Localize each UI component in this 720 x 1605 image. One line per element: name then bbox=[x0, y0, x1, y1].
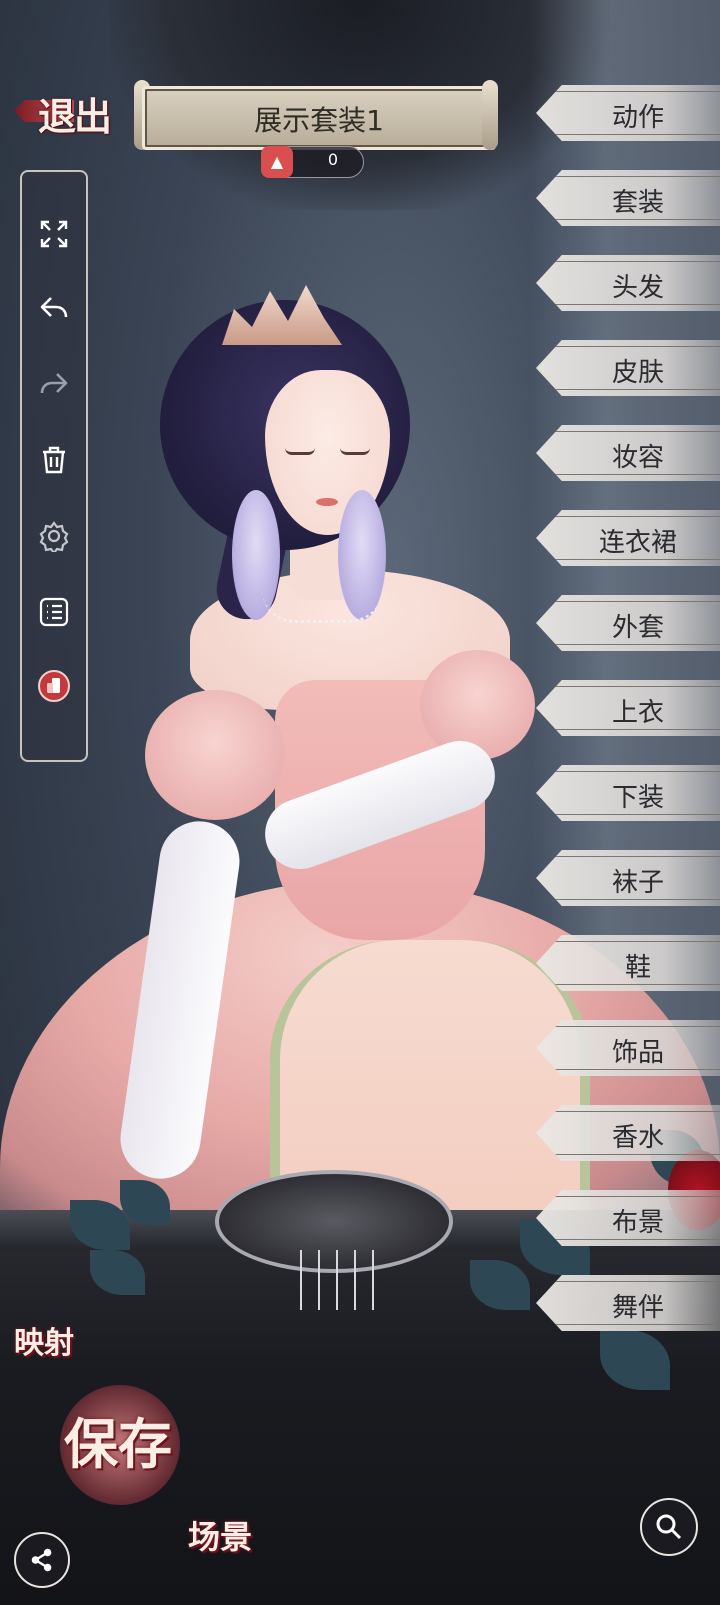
exit-button[interactable]: 退出 bbox=[8, 86, 118, 139]
category-label: 连衣裙 bbox=[598, 528, 677, 558]
pearl-necklace bbox=[262, 590, 382, 623]
mirror-button[interactable]: 映射 bbox=[14, 1318, 74, 1362]
category-label: 妆容 bbox=[611, 443, 664, 473]
closed-eye-left bbox=[285, 448, 315, 455]
category-button[interactable]: 舞伴 bbox=[536, 1275, 720, 1331]
category-button[interactable]: 香水 bbox=[536, 1105, 720, 1161]
category-button[interactable]: 饰品 bbox=[536, 1020, 720, 1076]
category-button[interactable]: 皮肤 bbox=[536, 340, 720, 396]
character-lips bbox=[316, 498, 338, 506]
share-icon bbox=[31, 1548, 52, 1572]
category-label: 袜子 bbox=[611, 868, 664, 898]
category-button[interactable]: 头发 bbox=[536, 255, 720, 311]
zoom-button[interactable] bbox=[640, 1498, 698, 1556]
category-button[interactable]: 妆容 bbox=[536, 425, 720, 481]
category-label: 布景 bbox=[611, 1208, 664, 1238]
fan-fringe bbox=[354, 1250, 356, 1310]
category-label: 香水 bbox=[611, 1123, 664, 1153]
exit-label: 退出 bbox=[38, 94, 112, 139]
trash-icon[interactable] bbox=[36, 442, 72, 478]
undo-icon[interactable] bbox=[36, 290, 72, 326]
category-label: 鞋 bbox=[624, 953, 651, 983]
thumbs-up-icon: ▲ bbox=[261, 146, 293, 178]
category-label: 下装 bbox=[611, 783, 664, 813]
puff-sleeve-left bbox=[145, 690, 285, 820]
category-button[interactable]: 套装 bbox=[536, 170, 720, 226]
category-label: 上衣 bbox=[611, 698, 664, 728]
fan-fringe bbox=[372, 1250, 374, 1310]
scene-button[interactable]: 场景 bbox=[188, 1512, 252, 1558]
category-label: 外套 bbox=[611, 613, 664, 643]
save-button[interactable]: 保存 bbox=[64, 1400, 172, 1479]
category-button[interactable]: 袜子 bbox=[536, 850, 720, 906]
category-label: 舞伴 bbox=[611, 1293, 664, 1323]
fan-fringe bbox=[336, 1250, 338, 1310]
category-button[interactable]: 连衣裙 bbox=[536, 510, 720, 566]
outfit-title: 展示套装1 bbox=[254, 104, 384, 137]
outfit-title-banner: 展示套装1 bbox=[142, 86, 496, 150]
category-label: 皮肤 bbox=[611, 358, 664, 388]
redo-icon[interactable] bbox=[36, 366, 72, 402]
fan-fringe bbox=[300, 1250, 302, 1310]
category-button[interactable]: 外套 bbox=[536, 595, 720, 651]
like-count: 0 bbox=[327, 150, 339, 169]
fan-fringe bbox=[318, 1250, 320, 1310]
edit-toolbar bbox=[20, 170, 88, 762]
category-button[interactable]: 下装 bbox=[536, 765, 720, 821]
category-label: 套装 bbox=[611, 188, 664, 218]
list-icon[interactable] bbox=[36, 594, 72, 630]
category-label: 头发 bbox=[611, 273, 664, 303]
closed-eye-right bbox=[340, 448, 370, 455]
puff-sleeve-right bbox=[420, 650, 535, 760]
hand-fan bbox=[215, 1170, 453, 1273]
search-icon bbox=[656, 1514, 682, 1540]
category-button[interactable]: 布景 bbox=[536, 1190, 720, 1246]
expand-icon[interactable] bbox=[36, 216, 72, 252]
category-label: 动作 bbox=[611, 103, 664, 133]
category-button[interactable]: 动作 bbox=[536, 85, 720, 141]
gear-icon[interactable] bbox=[36, 518, 72, 554]
category-button[interactable]: 鞋 bbox=[536, 935, 720, 991]
like-counter[interactable]: ▲ 0 bbox=[261, 146, 364, 178]
share-button[interactable] bbox=[14, 1532, 70, 1588]
banner-scroll-right bbox=[482, 80, 498, 150]
category-button[interactable]: 上衣 bbox=[536, 680, 720, 736]
category-label: 饰品 bbox=[611, 1038, 664, 1068]
wardrobe-icon[interactable] bbox=[36, 668, 72, 704]
